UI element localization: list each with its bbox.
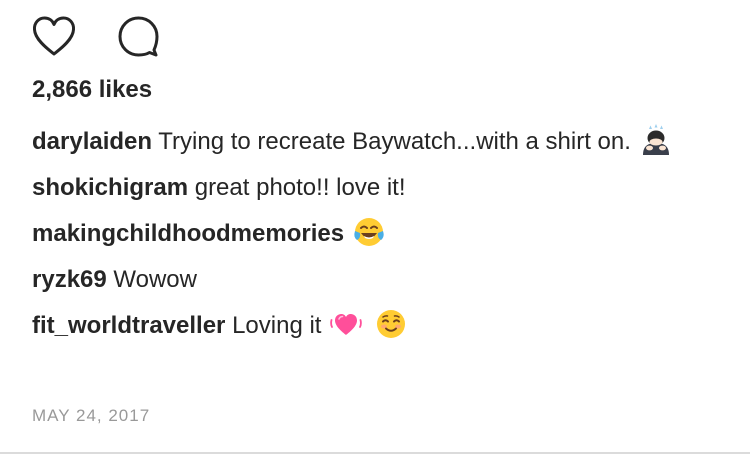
comment-username[interactable]: ryzk69 <box>32 266 107 293</box>
speech-bubble-icon[interactable] <box>114 12 162 60</box>
person-bowing-emoji <box>640 124 672 156</box>
comment-list: darylaiden Trying to recreate Baywatch..… <box>32 124 722 354</box>
comment-text: Loving it <box>232 312 322 339</box>
growing-heart-emoji <box>330 308 362 340</box>
action-bar <box>30 12 162 60</box>
comment-username[interactable]: makingchildhoodmemories <box>32 220 344 247</box>
comment-item: makingchildhoodmemories <box>32 216 722 252</box>
smiling-face-emoji <box>375 308 407 340</box>
comment-item: shokichigram great photo!! love it! <box>32 170 722 206</box>
comment-item: ryzk69 Wowow <box>32 262 722 298</box>
heart-outline-icon[interactable] <box>30 12 78 60</box>
comment-username[interactable]: fit_worldtraveller <box>32 312 225 339</box>
caption-text: Trying to recreate Baywatch...with a shi… <box>158 128 631 155</box>
caption: darylaiden Trying to recreate Baywatch..… <box>32 124 722 160</box>
caption-username[interactable]: darylaiden <box>32 128 152 155</box>
post-timestamp: MAY 24, 2017 <box>32 406 151 425</box>
comment-text: great photo!! love it! <box>194 174 406 201</box>
comment-text: Wowow <box>113 266 197 293</box>
comment-username[interactable]: shokichigram <box>32 174 188 201</box>
likes-count[interactable]: 2,866 likes <box>32 73 152 107</box>
comment-item: fit_worldtraveller Loving it <box>32 308 722 344</box>
tears-of-joy-emoji <box>353 216 385 248</box>
